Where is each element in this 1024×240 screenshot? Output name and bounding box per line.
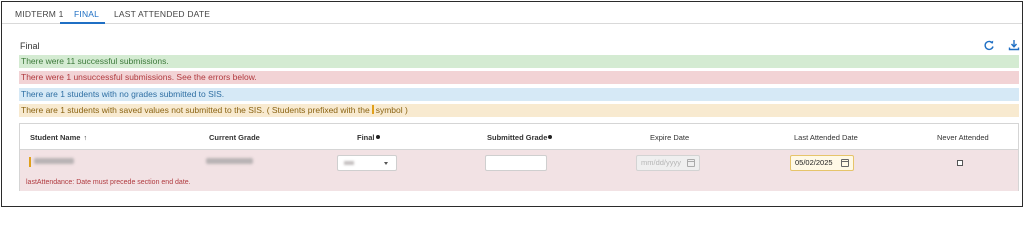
chevron-down-icon (384, 162, 388, 165)
grade-submission-panel: MIDTERM 1 FINAL LAST ATTENDED DATE Final… (1, 1, 1023, 207)
warning-banner-text: There are 1 students with saved values n… (21, 105, 370, 115)
grades-table: Student Name ↑ Current Grade Final Submit… (19, 123, 1019, 191)
header-submitted-grade: Submitted Grade (487, 133, 553, 142)
required-indicator-icon (375, 135, 380, 139)
tab-midterm-1[interactable]: MIDTERM 1 (15, 9, 64, 19)
last-attended-date-input[interactable]: 05/02/2025 (790, 155, 854, 171)
calendar-icon[interactable] (687, 159, 695, 167)
tab-bar: MIDTERM 1 FINAL LAST ATTENDED DATE (2, 2, 1022, 24)
header-never-attended: Never Attended (937, 133, 989, 142)
download-icon[interactable] (1008, 39, 1020, 51)
current-grade-redacted (206, 158, 253, 164)
header-last-attended-date: Last Attended Date (794, 133, 858, 142)
tab-final[interactable]: FINAL (74, 9, 99, 19)
header-student-name[interactable]: Student Name ↑ (30, 133, 87, 142)
sort-ascending-icon: ↑ (83, 135, 87, 142)
final-grade-select[interactable] (337, 155, 397, 171)
tab-last-attended-date[interactable]: LAST ATTENDED DATE (114, 9, 210, 19)
required-indicator-icon (548, 135, 553, 139)
final-grade-value-redacted (344, 161, 354, 165)
table-row: mm/dd/yyyy 05/02/2025 lastAttendance: Da… (20, 150, 1018, 191)
header-final: Final (357, 133, 380, 142)
active-tab-indicator (60, 22, 105, 24)
student-name-redacted (34, 158, 74, 164)
header-current-grade: Current Grade (209, 133, 260, 142)
calendar-icon[interactable] (841, 159, 849, 167)
submitted-grade-input[interactable] (485, 155, 547, 171)
expire-date-input[interactable]: mm/dd/yyyy (636, 155, 700, 171)
table-header: Student Name ↑ Current Grade Final Submit… (20, 124, 1018, 150)
warning-banner: There are 1 students with saved values n… (19, 104, 1019, 117)
expire-date-placeholder: mm/dd/yyyy (641, 158, 682, 167)
last-attended-date-value: 05/02/2025 (795, 158, 833, 167)
warning-banner-text-end: symbol ) (375, 105, 408, 115)
section-title: Final (20, 41, 40, 51)
info-banner: There are 1 students with no grades subm… (19, 88, 1019, 101)
error-banner: There were 1 unsuccessful submissions. S… (19, 71, 1019, 84)
row-error-message: lastAttendance: Date must precede sectio… (26, 179, 191, 186)
refresh-icon[interactable] (983, 39, 995, 51)
never-attended-checkbox[interactable] (957, 160, 963, 166)
success-banner: There were 11 successful submissions. (19, 55, 1019, 68)
unsubmitted-marker-icon (29, 157, 31, 167)
unsubmitted-marker-icon (371, 105, 374, 114)
header-expire-date: Expire Date (650, 133, 690, 142)
